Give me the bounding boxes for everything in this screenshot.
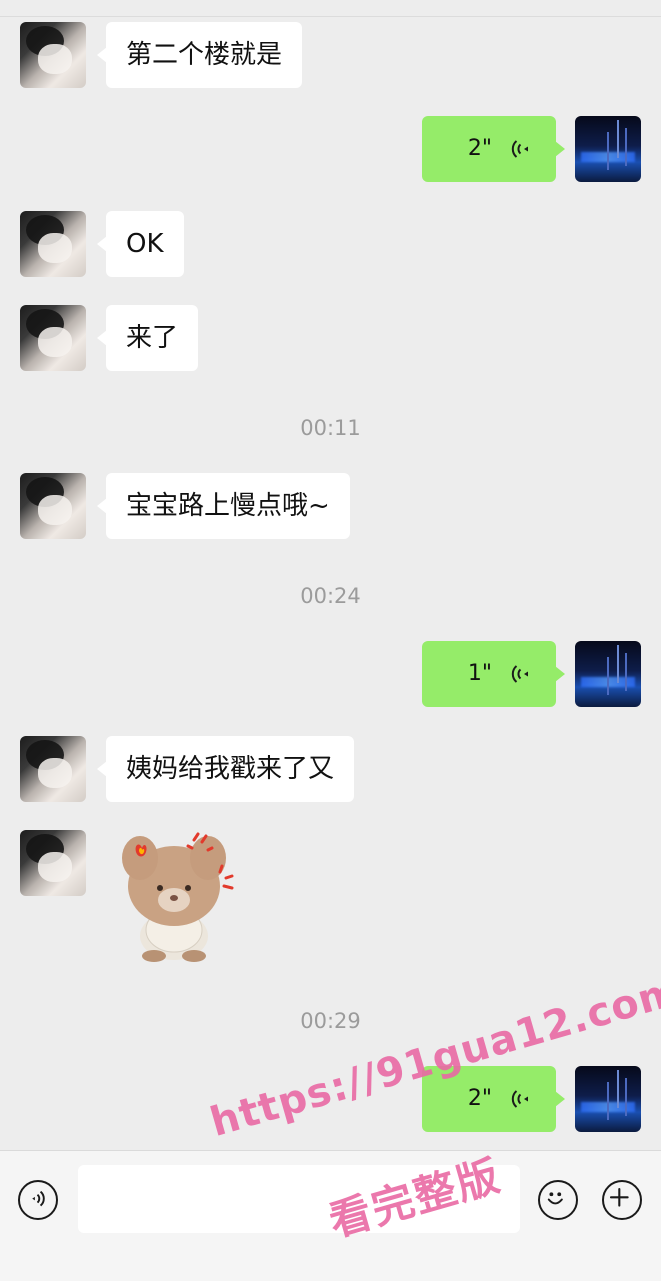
voice-duration: 2" xyxy=(467,136,492,161)
voice-message-bubble[interactable]: 2" xyxy=(422,116,565,182)
voice-duration: 2" xyxy=(467,1086,492,1111)
timestamp: 00:11 xyxy=(300,416,361,440)
bunny-sticker-icon[interactable] xyxy=(108,828,240,963)
voice-wave-icon xyxy=(511,1090,528,1108)
voice-wave-icon xyxy=(511,665,528,683)
top-divider xyxy=(0,16,661,17)
voice-mode-icon[interactable] xyxy=(18,1180,58,1220)
voice-duration: 1" xyxy=(467,661,492,686)
message-bubble[interactable]: 姨妈给我戳来了又 xyxy=(96,736,355,802)
plus-icon[interactable] xyxy=(602,1180,642,1220)
contact-avatar[interactable] xyxy=(20,830,86,896)
message-bubble[interactable]: OK xyxy=(97,211,184,277)
contact-avatar[interactable] xyxy=(20,736,86,802)
contact-avatar[interactable] xyxy=(20,211,86,277)
contact-avatar[interactable] xyxy=(20,22,86,88)
emoji-icon[interactable] xyxy=(538,1180,578,1220)
contact-avatar[interactable] xyxy=(20,305,86,371)
message-bubble[interactable]: 来了 xyxy=(96,305,199,371)
contact-avatar[interactable] xyxy=(20,473,86,539)
my-avatar[interactable] xyxy=(575,116,641,182)
my-avatar[interactable] xyxy=(575,1066,641,1132)
voice-message-bubble[interactable]: 1" xyxy=(422,641,565,707)
voice-wave-icon xyxy=(511,140,528,158)
my-avatar[interactable] xyxy=(575,641,641,707)
timestamp: 00:24 xyxy=(300,584,361,608)
message-bubble[interactable]: 宝宝路上慢点哦~ xyxy=(97,473,350,539)
message-bubble[interactable]: 第二个楼就是 xyxy=(96,22,303,88)
